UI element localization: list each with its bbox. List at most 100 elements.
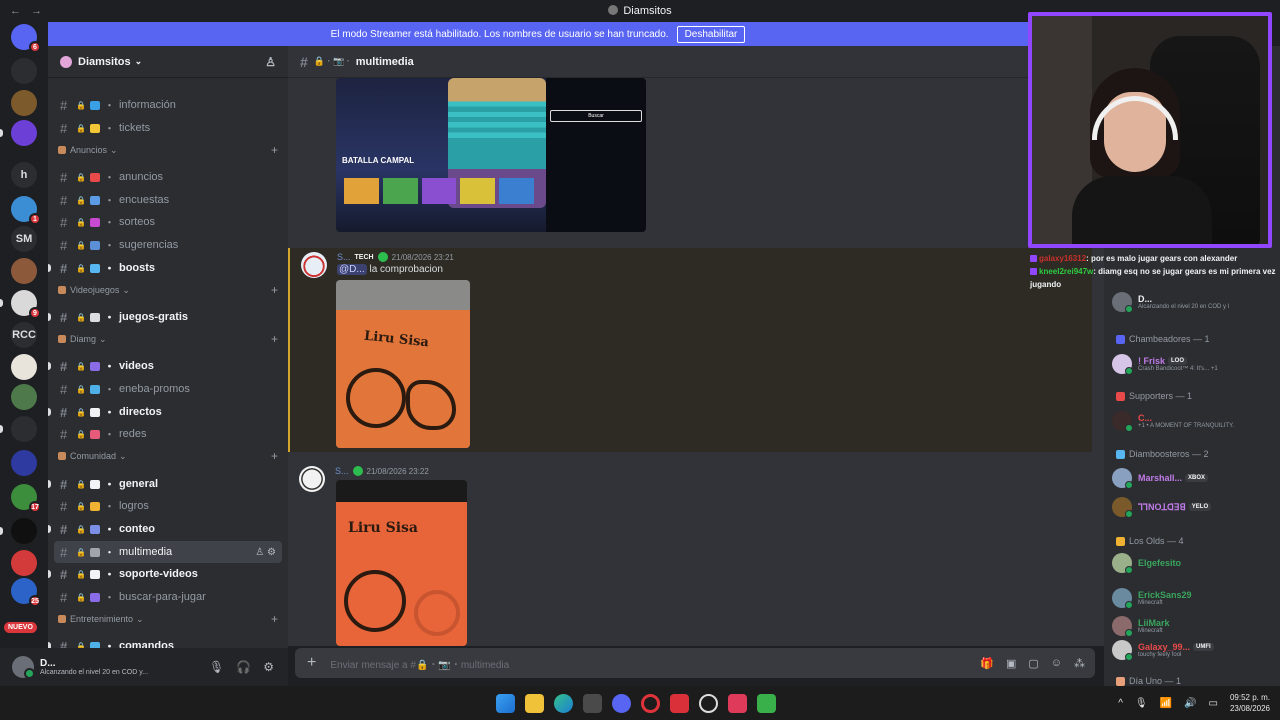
apps-icon[interactable]: ⁂ xyxy=(1074,657,1085,670)
server-icon[interactable] xyxy=(11,120,37,146)
server-icon[interactable] xyxy=(11,416,37,442)
server-icon[interactable] xyxy=(11,58,37,84)
add-member-icon[interactable]: ♙ xyxy=(265,55,276,69)
app-icon[interactable] xyxy=(757,694,776,713)
channel-item[interactable]: # 🔒 ・ general xyxy=(48,473,282,495)
tray-overflow-icon[interactable]: ^ xyxy=(1118,698,1123,709)
server-icon[interactable]: 25 xyxy=(11,578,41,607)
edge-icon[interactable] xyxy=(554,694,573,713)
app-icon[interactable] xyxy=(583,694,602,713)
member-item[interactable]: ErickSans29 Minecraft xyxy=(1112,584,1276,612)
create-channel-icon[interactable]: + xyxy=(271,612,278,626)
channel-item[interactable]: # 🔒 ・ eneba-promos xyxy=(54,378,282,400)
channel-item[interactable]: # 🔒 ・ soporte-videos xyxy=(48,563,282,585)
gif-icon[interactable]: ▣ xyxy=(1006,657,1016,670)
server-icon[interactable] xyxy=(11,258,37,284)
channel-item[interactable]: # 🔒 ・ conteo xyxy=(48,518,282,540)
message-avatar[interactable] xyxy=(301,252,327,278)
create-channel-icon[interactable]: + xyxy=(271,449,278,463)
server-icon[interactable] xyxy=(11,354,37,380)
sticker-icon[interactable]: ▢ xyxy=(1028,657,1038,670)
channel-item[interactable]: # 🔒 ・ encuestas xyxy=(54,189,282,211)
recorder-icon[interactable] xyxy=(670,694,689,713)
message-list[interactable]: Buscar BATALLA CAMPAL S... TECH 21/08/20… xyxy=(288,78,1104,646)
channel-item[interactable]: # 🔒 ・ videos xyxy=(48,355,282,377)
server-header[interactable]: Diamsitos ⌄ ♙ xyxy=(48,46,288,78)
member-item[interactable]: Elgefesito xyxy=(1112,549,1276,577)
category-emoji-icon xyxy=(58,335,66,343)
channel-category[interactable]: Entretenimiento ⌄ + xyxy=(58,611,278,627)
disable-streamer-button[interactable]: Deshabilitar xyxy=(676,25,746,43)
channel-item[interactable]: # 🔒 ・ anuncios xyxy=(54,166,282,188)
windows-start-icon[interactable] xyxy=(496,694,515,713)
channel-item[interactable]: # 🔒 ・ sugerencias xyxy=(54,234,282,256)
gear-icon[interactable]: ⚙ xyxy=(263,660,274,674)
server-icon[interactable]: h xyxy=(11,162,37,188)
channel-item[interactable]: # 🔒 ・ logros xyxy=(54,495,282,517)
server-icon[interactable] xyxy=(11,90,37,116)
server-icon[interactable]: 9 xyxy=(11,290,41,319)
member-item[interactable]: Marshall... XBOX xyxy=(1112,464,1276,492)
channel-item[interactable]: # 🔒 ・ redes xyxy=(54,423,282,445)
create-channel-icon[interactable]: + xyxy=(271,283,278,297)
channel-category[interactable]: Anuncios ⌄ + xyxy=(58,142,278,158)
channel-item[interactable]: # 🔒 ・ multimedia ♙ ⚙ xyxy=(54,541,282,563)
server-icon[interactable]: RCC xyxy=(11,322,37,348)
server-icon[interactable]: 1 xyxy=(11,196,41,225)
member-item[interactable]: ! Frisk LOO Crash Bandicoot™ 4: It's... +1 xyxy=(1112,350,1276,378)
channel-name: soporte-videos xyxy=(118,568,198,580)
attachment-photo[interactable]: Liru Sisa xyxy=(336,480,467,646)
clock[interactable]: 09:52 p. m. 23/08/2026 xyxy=(1230,692,1270,714)
microphone-tray-icon[interactable]: 🎙 xyxy=(1135,698,1148,709)
message-avatar[interactable] xyxy=(299,466,325,492)
member-item[interactable]: Galaxy_99... UMFI touchy feely fool xyxy=(1112,636,1276,664)
app-icon[interactable] xyxy=(699,694,718,713)
message-author[interactable]: S... xyxy=(337,252,351,262)
channel-item[interactable]: # 🔒 ・ juegos-gratis xyxy=(48,306,282,328)
banner-text: El modo Streamer está habilitado. Los no… xyxy=(330,28,669,40)
server-icon[interactable]: 6 xyxy=(11,24,41,53)
gift-icon[interactable]: 🎁 xyxy=(980,657,994,670)
server-icon[interactable] xyxy=(11,518,37,544)
create-channel-icon[interactable]: + xyxy=(271,332,278,346)
server-icon[interactable]: 17 xyxy=(11,484,41,513)
user-avatar[interactable] xyxy=(12,656,35,679)
photo-illustration xyxy=(344,570,406,632)
media-player-icon[interactable] xyxy=(728,694,747,713)
emoji-icon[interactable]: ☺ xyxy=(1051,657,1062,670)
server-icon[interactable]: SM xyxy=(11,226,37,252)
channel-item[interactable]: # 🔒 ・ comandos xyxy=(48,635,282,648)
channel-item[interactable]: # 🔒 ・ directos xyxy=(48,401,282,423)
headphones-icon[interactable]: 🎧 xyxy=(236,660,251,674)
server-icon[interactable] xyxy=(11,550,37,576)
channel-emoji-icon xyxy=(89,569,100,579)
member-item[interactable]: ꓶꓶNOꓕꓷꓱꓭ YELO xyxy=(1112,493,1276,521)
channel-item[interactable]: # 🔒 ・ información xyxy=(54,94,282,116)
channel-item[interactable]: # 🔒 ・ sorteos xyxy=(54,211,282,233)
channel-category[interactable]: Comunidad ⌄ + xyxy=(58,448,278,464)
add-attachment-icon[interactable]: + xyxy=(307,654,316,672)
lock-icon: 🔒 xyxy=(76,172,86,182)
member-item[interactable]: C... +1 • A MOMENT OF TRANQUILITY. xyxy=(1112,407,1276,435)
channel-category[interactable]: Diamg ⌄ + xyxy=(58,331,278,347)
opera-icon[interactable] xyxy=(641,694,660,713)
channel-settings-icon[interactable]: ♙ ⚙ xyxy=(255,547,276,558)
channel-item[interactable]: # 🔒 ・ boosts xyxy=(48,257,282,279)
wifi-icon[interactable]: 📶 xyxy=(1160,698,1172,709)
message-author[interactable]: S... xyxy=(335,466,349,476)
user-mention[interactable]: @D... xyxy=(337,264,367,275)
attachment-image[interactable]: Buscar BATALLA CAMPAL xyxy=(336,78,646,232)
server-icon[interactable] xyxy=(11,384,37,410)
attachment-photo[interactable]: Liru Sisa xyxy=(336,280,470,448)
microphone-icon[interactable]: 🎙 xyxy=(209,660,224,674)
channel-item[interactable]: # 🔒 ・ buscar-para-jugar xyxy=(54,586,282,608)
volume-icon[interactable]: 🔊 xyxy=(1184,698,1196,709)
channel-item[interactable]: # 🔒 ・ tickets xyxy=(54,117,282,139)
message-composer[interactable]: + Enviar mensaje a #🔒・📷・multimedia 🎁 ▣ ▢… xyxy=(295,648,1095,678)
server-icon[interactable] xyxy=(11,450,37,476)
discord-icon[interactable] xyxy=(612,694,631,713)
channel-category[interactable]: Videojuegos ⌄ + xyxy=(58,282,278,298)
create-channel-icon[interactable]: + xyxy=(271,143,278,157)
battery-icon[interactable]: ▭ xyxy=(1209,698,1218,709)
file-explorer-icon[interactable] xyxy=(525,694,544,713)
